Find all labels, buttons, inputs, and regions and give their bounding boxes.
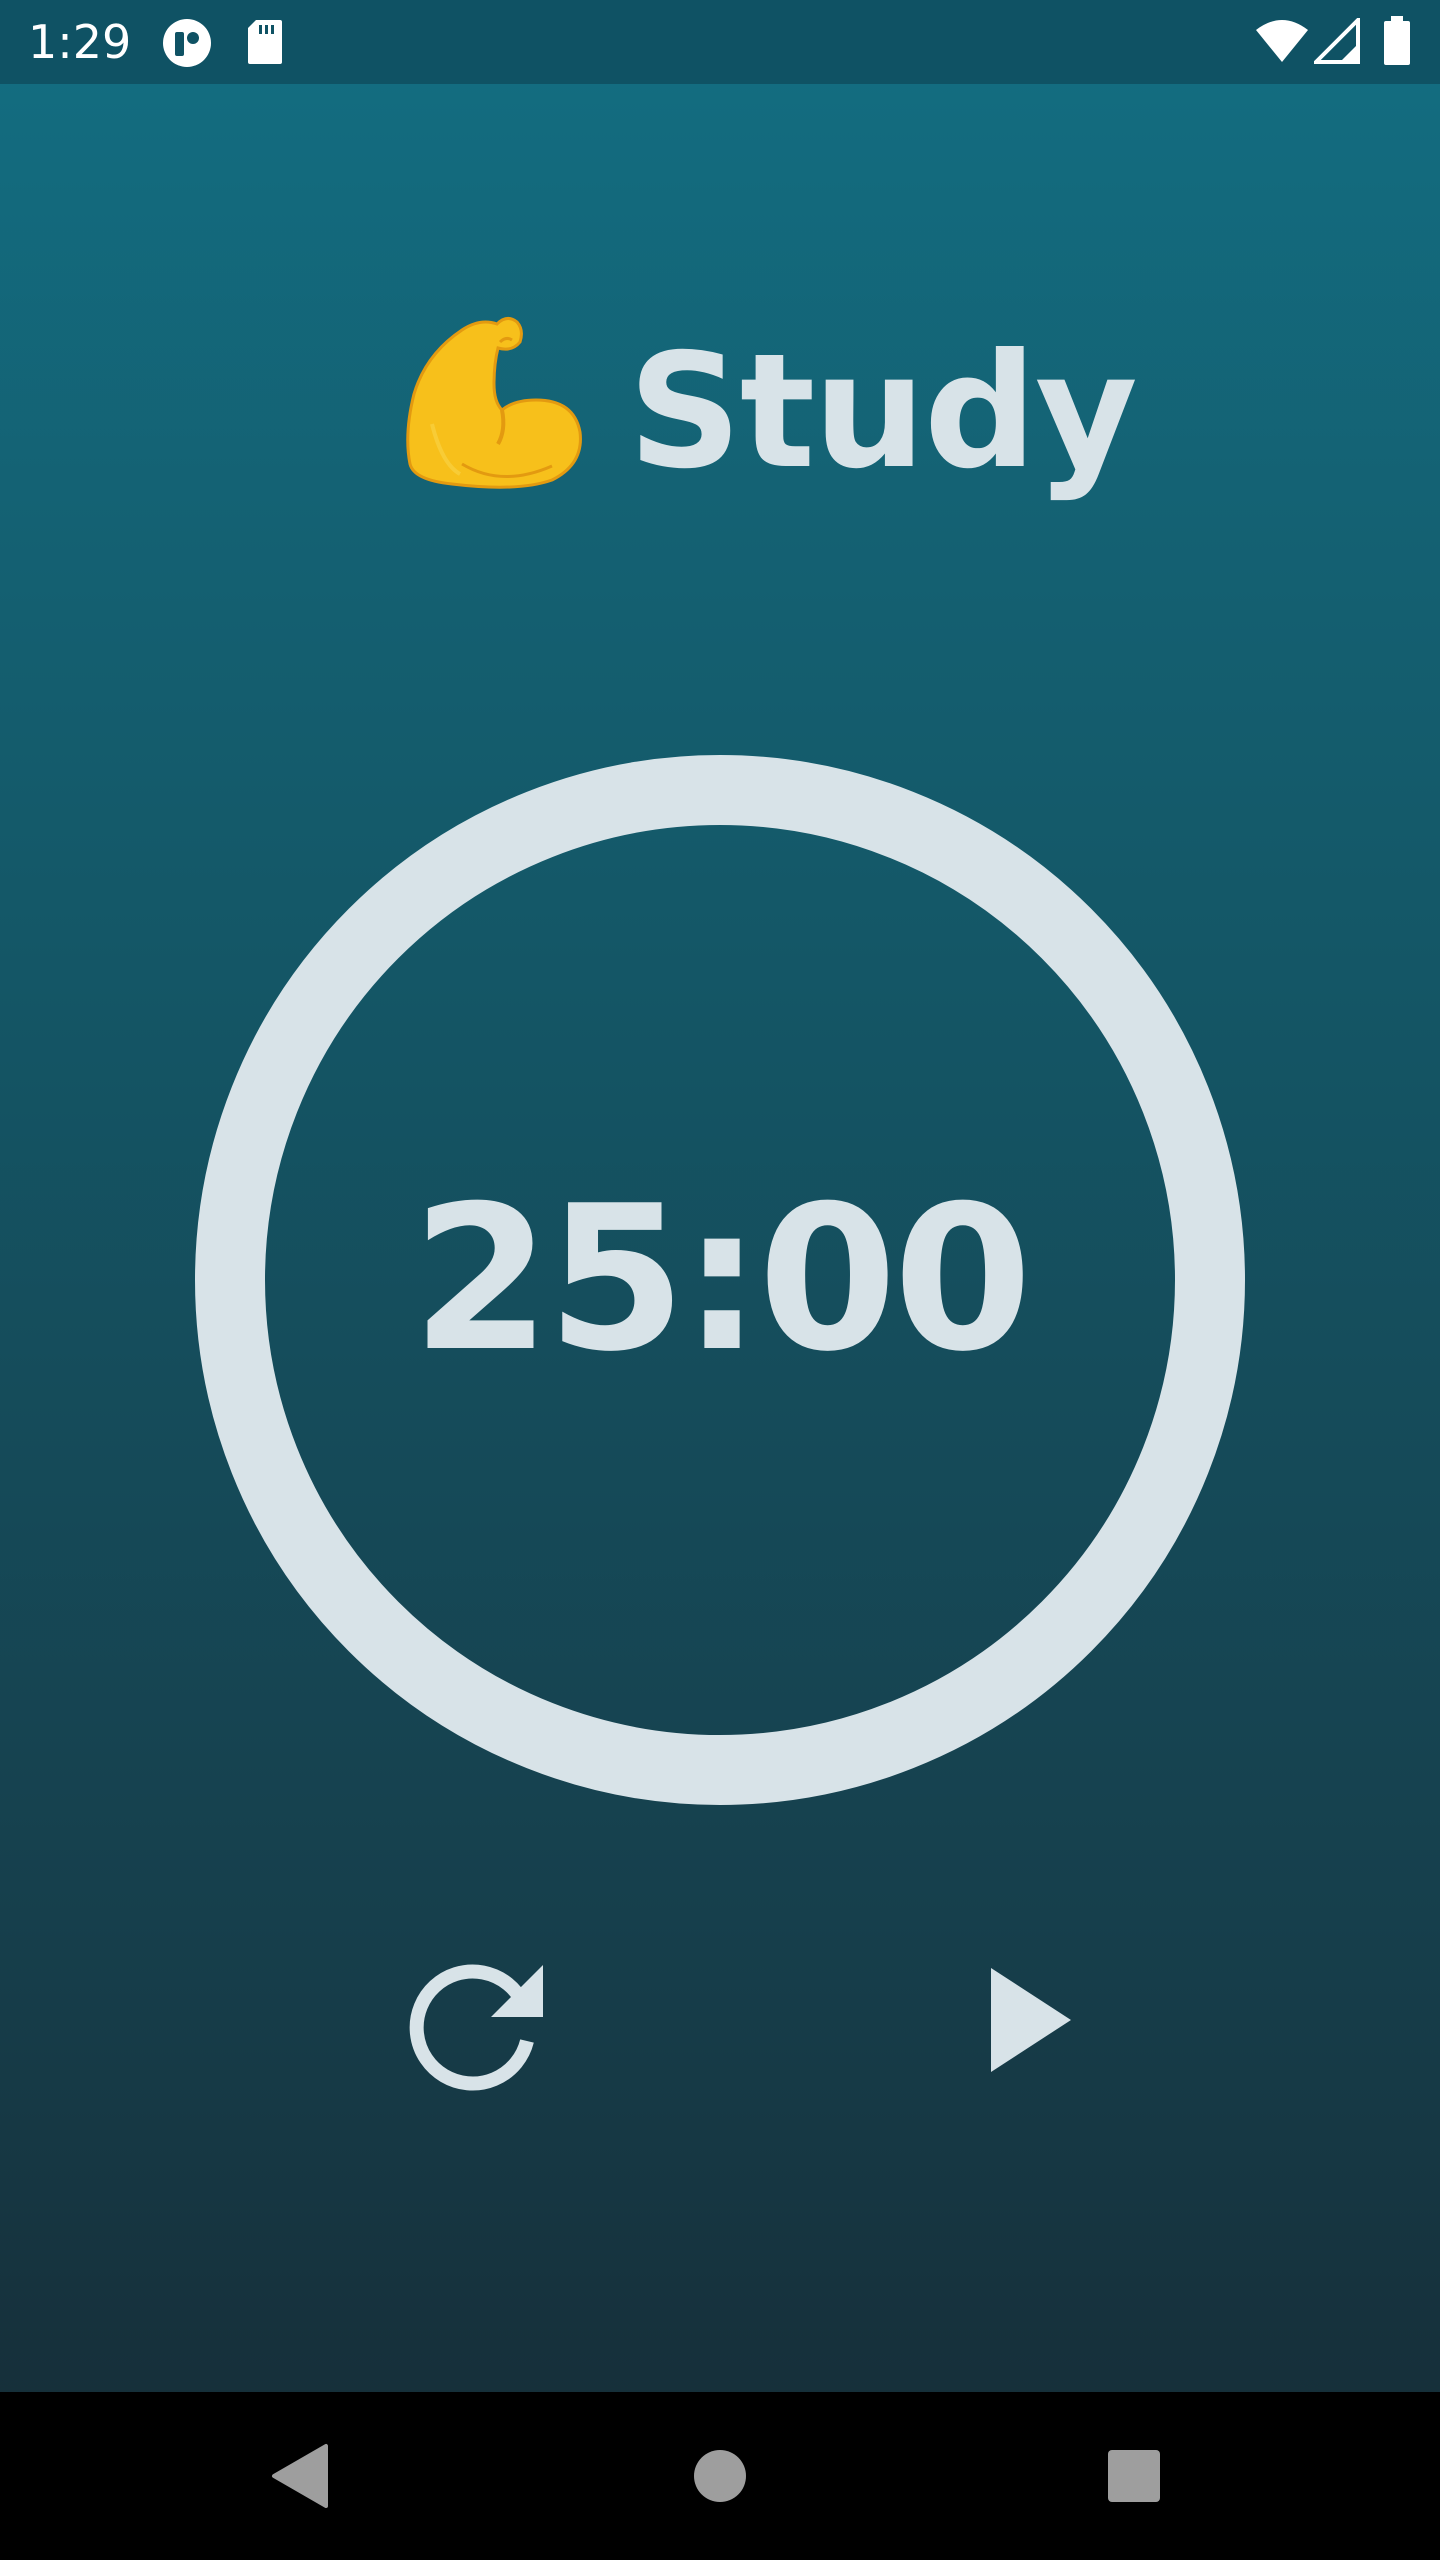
play-button[interactable] bbox=[955, 1945, 1105, 2095]
cell-signal-icon bbox=[1311, 15, 1360, 68]
status-bar: 1:29 bbox=[0, 0, 1440, 84]
navigation-bar bbox=[0, 2392, 1440, 2560]
page-title: Study bbox=[628, 320, 1138, 504]
play-icon bbox=[991, 1968, 1071, 2072]
battery-icon bbox=[1382, 16, 1412, 70]
home-icon bbox=[694, 2450, 746, 2502]
back-button[interactable] bbox=[250, 2426, 350, 2526]
recents-button[interactable] bbox=[1084, 2426, 1184, 2526]
recents-icon bbox=[1108, 2450, 1160, 2502]
home-button[interactable] bbox=[670, 2426, 770, 2526]
title-row: Study bbox=[0, 300, 1440, 520]
flexed-biceps-icon bbox=[402, 314, 592, 504]
back-icon bbox=[272, 2444, 328, 2508]
status-time: 1:29 bbox=[28, 15, 132, 69]
timer-display: 25:00 bbox=[411, 1163, 1033, 1396]
reset-icon bbox=[409, 1964, 543, 2091]
sd-card-icon bbox=[246, 18, 284, 70]
reset-button[interactable] bbox=[405, 1945, 555, 2095]
notification-app-icon bbox=[162, 18, 212, 72]
wifi-icon bbox=[1254, 18, 1310, 68]
